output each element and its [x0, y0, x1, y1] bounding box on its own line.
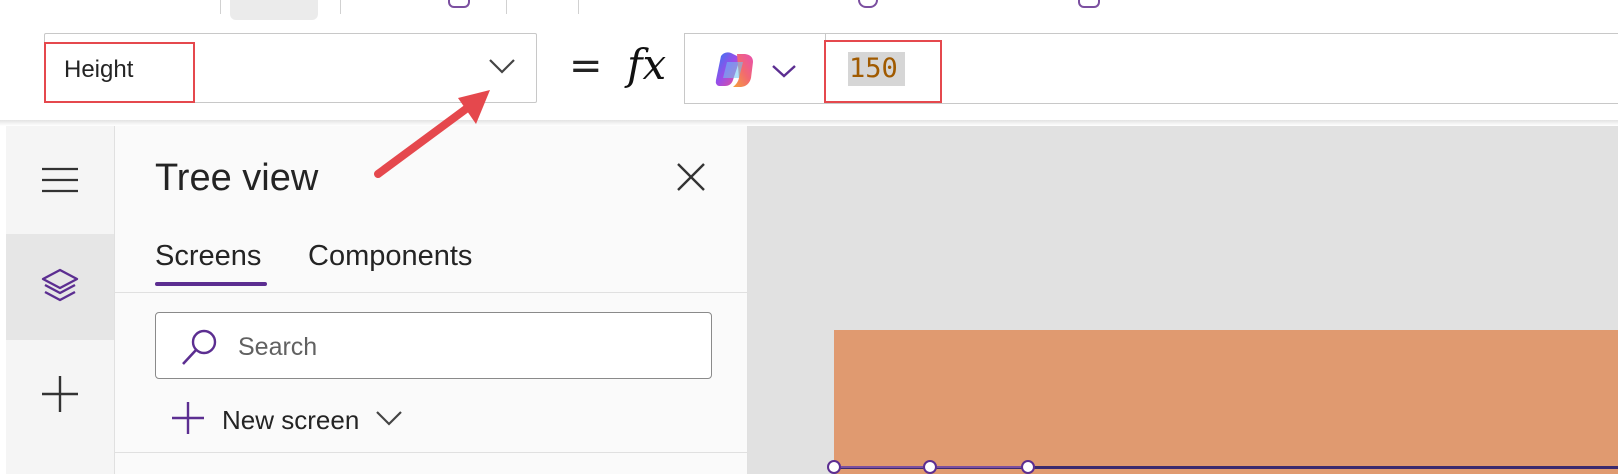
resize-handle[interactable]	[923, 460, 937, 474]
formula-input[interactable]	[826, 33, 1618, 104]
divider	[115, 452, 747, 453]
tab-components[interactable]: Components	[308, 240, 472, 273]
tab-screens[interactable]: Screens	[155, 240, 261, 273]
copilot-icon	[713, 50, 757, 95]
toolbar-selected-button[interactable]	[230, 0, 318, 20]
toolbar-icon-fragment[interactable]	[448, 0, 470, 8]
plus-icon[interactable]	[6, 374, 114, 414]
toolbar-divider	[340, 0, 341, 14]
toolbar-divider	[220, 0, 221, 14]
equals-sign: =	[569, 43, 603, 89]
new-screen-label: New screen	[222, 404, 360, 435]
new-screen-button[interactable]: New screen	[170, 400, 403, 440]
screen-preview[interactable]	[834, 330, 1618, 474]
hamburger-menu-icon[interactable]	[6, 166, 114, 194]
divider	[115, 292, 747, 293]
search-icon	[180, 327, 220, 372]
toolbar-icon-fragment[interactable]	[1078, 0, 1100, 8]
chevron-down-icon[interactable]	[488, 58, 516, 79]
close-icon[interactable]	[676, 162, 706, 197]
copilot-button[interactable]	[684, 33, 826, 104]
resize-handle[interactable]	[1021, 460, 1035, 474]
fx-icon[interactable]: fx	[627, 40, 666, 89]
toolbar-divider	[578, 0, 579, 14]
highlight-box-value	[824, 40, 942, 103]
pane-title: Tree view	[155, 157, 319, 199]
active-tab-indicator	[155, 282, 267, 286]
chevron-down-icon[interactable]	[375, 410, 403, 431]
search-input[interactable]	[236, 328, 700, 366]
annotation-arrow	[374, 90, 490, 178]
layers-icon[interactable]	[6, 268, 114, 304]
toolbar-divider	[506, 0, 507, 14]
plus-icon	[170, 400, 206, 441]
chevron-down-icon[interactable]	[771, 64, 797, 83]
highlight-box-property	[44, 42, 195, 103]
resize-handle[interactable]	[827, 460, 841, 474]
